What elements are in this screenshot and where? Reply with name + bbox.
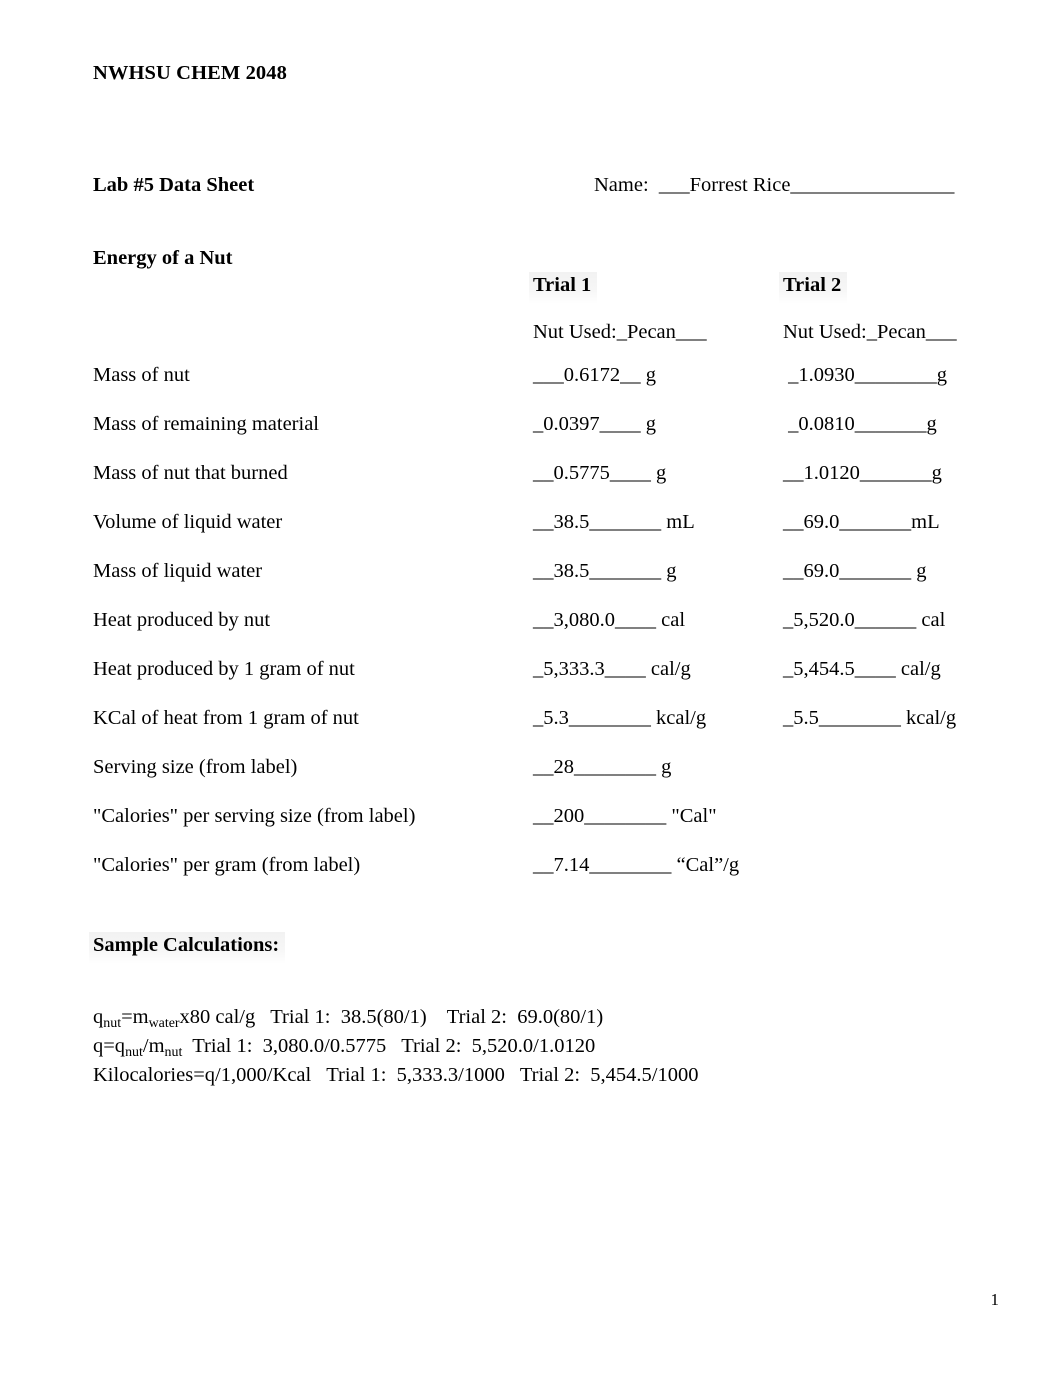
page-title: Lab #5 Data Sheet (93, 174, 255, 196)
calc-2-post: Trial 1: 3,080.0/0.5775 Trial 2: 5,520.0… (182, 1035, 596, 1057)
row-label: Mass of liquid water (93, 560, 263, 582)
row-label: Heat produced by nut (93, 609, 271, 631)
row-value-trial-1: __200________ "Cal" (533, 805, 717, 827)
row-value-trial-1: _5.3________ kcal/g (533, 707, 707, 729)
sample-calculations-body: qnut=mwaterx80 cal/g Trial 1: 38.5(80/1)… (93, 1004, 699, 1089)
calc-1-mid: =m (121, 1006, 149, 1028)
row-value-trial-2: __1.0120_______g (783, 462, 942, 484)
row-value-trial-2: __69.0_______mL (783, 511, 940, 533)
section-title: Energy of a Nut (93, 247, 233, 269)
calculation-line-q-per-gram: q=qnut/mnut Trial 1: 3,080.0/0.5775 Tria… (93, 1033, 699, 1062)
row-value-trial-1: __7.14________ “Cal”/g (533, 854, 740, 876)
page-number: 1 (990, 1290, 1000, 1309)
nut-used-trial-1: Nut Used:_Pecan___ (533, 321, 707, 343)
nut-used-trial-2: Nut Used:_Pecan___ (783, 321, 957, 343)
row-label: "Calories" per serving size (from label) (93, 805, 416, 827)
calc-2-mid: /m (142, 1035, 165, 1057)
row-value-trial-1: __38.5_______ mL (533, 511, 695, 533)
data-table: Mass of nut ___0.6172__ g _1.0930_______… (93, 364, 993, 903)
table-row: Mass of nut ___0.6172__ g _1.0930_______… (93, 364, 993, 413)
row-label: Heat produced by 1 gram of nut (93, 658, 355, 680)
row-label: KCal of heat from 1 gram of nut (93, 707, 359, 729)
calc-1-post: x80 cal/g Trial 1: 38.5(80/1) Trial 2: 6… (179, 1006, 604, 1028)
document-page: NWHSU CHEM 2048 Lab #5 Data Sheet Name: … (0, 0, 1062, 1377)
row-label: Mass of remaining material (93, 413, 320, 435)
calc-1-sub-water: water (148, 1015, 180, 1031)
row-value-trial-2: _5.5________ kcal/g (783, 707, 957, 729)
row-value-trial-1: __0.5775____ g (533, 462, 667, 484)
calculation-line-kilocalories: Kilocalories=q/1,000/Kcal Trial 1: 5,333… (93, 1064, 699, 1086)
student-name-line: Name: ___Forrest Rice________________ (594, 174, 955, 196)
table-row: Serving size (from label) __28________ g (93, 756, 993, 805)
row-label: Mass of nut that burned (93, 462, 288, 484)
table-row: Mass of liquid water __38.5_______ g __6… (93, 560, 993, 609)
row-value-trial-2: _5,520.0______ cal (783, 609, 946, 631)
table-row: Heat produced by 1 gram of nut _5,333.3_… (93, 658, 993, 707)
row-label: Volume of liquid water (93, 511, 283, 533)
sample-calculations-heading: Sample Calculations: (89, 932, 286, 964)
table-row: Mass of nut that burned __0.5775____ g _… (93, 462, 993, 511)
calc-1-pre: q (93, 1006, 104, 1028)
row-label: "Calories" per gram (from label) (93, 854, 361, 876)
column-header-trial-2: Trial 2 (779, 272, 848, 304)
row-value-trial-2: _0.0810_______g (783, 413, 937, 435)
row-value-trial-2: __69.0_______ g (783, 560, 927, 582)
row-value-trial-2: _5,454.5____ cal/g (783, 658, 941, 680)
row-label: Serving size (from label) (93, 756, 298, 778)
table-row: Volume of liquid water __38.5_______ mL … (93, 511, 993, 560)
row-label: Mass of nut (93, 364, 190, 386)
calculation-line-q-nut: qnut=mwaterx80 cal/g Trial 1: 38.5(80/1)… (93, 1004, 699, 1033)
table-row: "Calories" per serving size (from label)… (93, 805, 993, 854)
course-header: NWHSU CHEM 2048 (93, 62, 287, 84)
calc-2-sub-nut-1: nut (125, 1044, 143, 1060)
table-row: Mass of remaining material _0.0397____ g… (93, 413, 993, 462)
table-row: "Calories" per gram (from label) __7.14_… (93, 854, 993, 903)
calc-2-sub-nut-2: nut (164, 1044, 183, 1060)
row-value-trial-1: __38.5_______ g (533, 560, 677, 582)
calc-1-sub-nut: nut (103, 1015, 122, 1031)
calc-2-pre: q=q (93, 1035, 126, 1057)
row-value-trial-1: __3,080.0____ cal (533, 609, 686, 631)
column-header-trial-1: Trial 1 (529, 272, 598, 304)
row-value-trial-1: _0.0397____ g (533, 413, 656, 435)
row-value-trial-1: ___0.6172__ g (533, 364, 656, 386)
table-row: Heat produced by nut __3,080.0____ cal _… (93, 609, 993, 658)
table-row: KCal of heat from 1 gram of nut _5.3____… (93, 707, 993, 756)
row-value-trial-2: _1.0930________g (783, 364, 947, 386)
row-value-trial-1: __28________ g (533, 756, 672, 778)
row-value-trial-1: _5,333.3____ cal/g (533, 658, 691, 680)
